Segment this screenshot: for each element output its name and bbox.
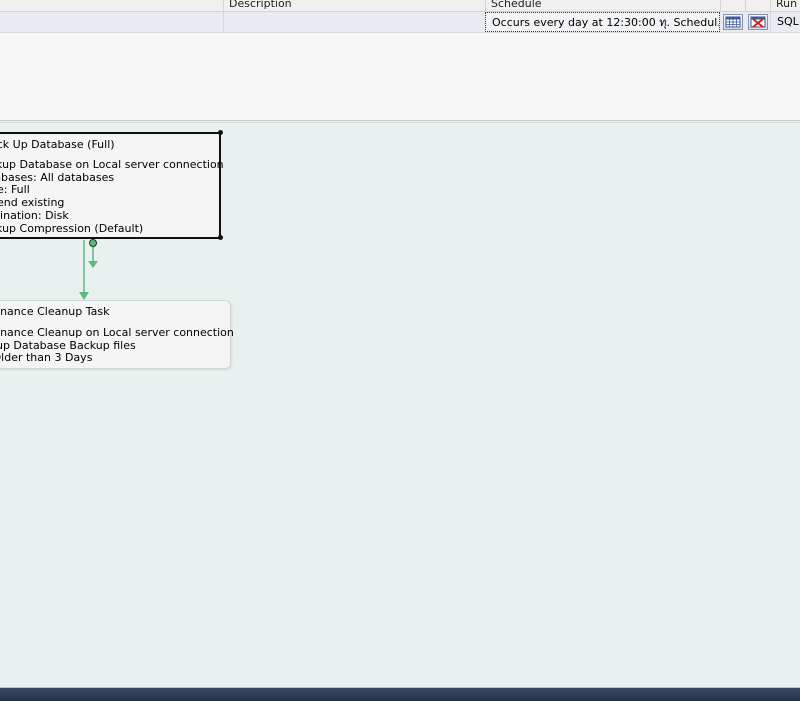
column-header-description[interactable]: Description: [223, 0, 485, 11]
subplan-row[interactable]: Occurs every day at 12:30:00 ทุ. Schedul…: [0, 12, 800, 33]
calendar-delete-icon[interactable]: [748, 14, 768, 30]
backup-task-line: ckup Compression (Default): [0, 221, 144, 235]
backup-task-title: ack Up Database (Full): [0, 138, 115, 151]
subplan-schedule-cell[interactable]: Occurs every day at 12:30:00 ทุ. Schedul…: [485, 12, 720, 32]
backup-database-task[interactable]: ack Up Database (Full) ckup Database on …: [0, 132, 224, 239]
cleanup-task-line: Older than 3 Days: [0, 351, 93, 365]
grid-header: Description Schedule Run a: [0, 0, 800, 12]
bottom-taskbar: [0, 687, 800, 701]
calendar-grid-icon[interactable]: [723, 14, 743, 30]
backup-task-line: stination: Disk: [0, 208, 69, 222]
column-header-schedule-remove[interactable]: [745, 0, 770, 11]
column-header-schedule[interactable]: Schedule: [485, 0, 720, 11]
cleanup-task-details: tenance Cleanup on Local server connecti…: [0, 326, 234, 365]
connector-handle-arrowhead: [88, 261, 98, 268]
column-header-name[interactable]: [0, 0, 223, 11]
subplan-grid: Description Schedule Run a Occurs every …: [0, 0, 800, 121]
subplan-name-cell[interactable]: [0, 12, 223, 32]
backup-task-line: pend existing: [0, 196, 65, 210]
backup-task-line: tabases: All databases: [0, 170, 115, 184]
connector-handle-knob[interactable]: [89, 239, 97, 247]
cleanup-task-line: tenance Cleanup on Local server connecti…: [0, 326, 234, 339]
resize-handle-top-right[interactable]: [218, 130, 223, 135]
backup-task-line: ckup Database on Local server connection: [0, 158, 224, 171]
backup-task-details: ckup Database on Local server connection…: [0, 158, 224, 235]
maintenance-cleanup-task[interactable]: tenance Cleanup Task tenance Cleanup on …: [0, 300, 234, 369]
column-header-run-as[interactable]: Run a: [770, 0, 800, 11]
precedence-arrowhead: [79, 292, 89, 300]
designer-surface[interactable]: ack Up Database (Full) ckup Database on …: [0, 122, 800, 688]
subplan-description-cell[interactable]: [223, 12, 485, 32]
cleanup-task-title: tenance Cleanup Task: [0, 305, 110, 318]
resize-handle-bottom-right[interactable]: [218, 235, 223, 240]
subplan-run-as-cell[interactable]: SQL: [770, 12, 800, 32]
column-header-schedule-edit[interactable]: [720, 0, 745, 11]
